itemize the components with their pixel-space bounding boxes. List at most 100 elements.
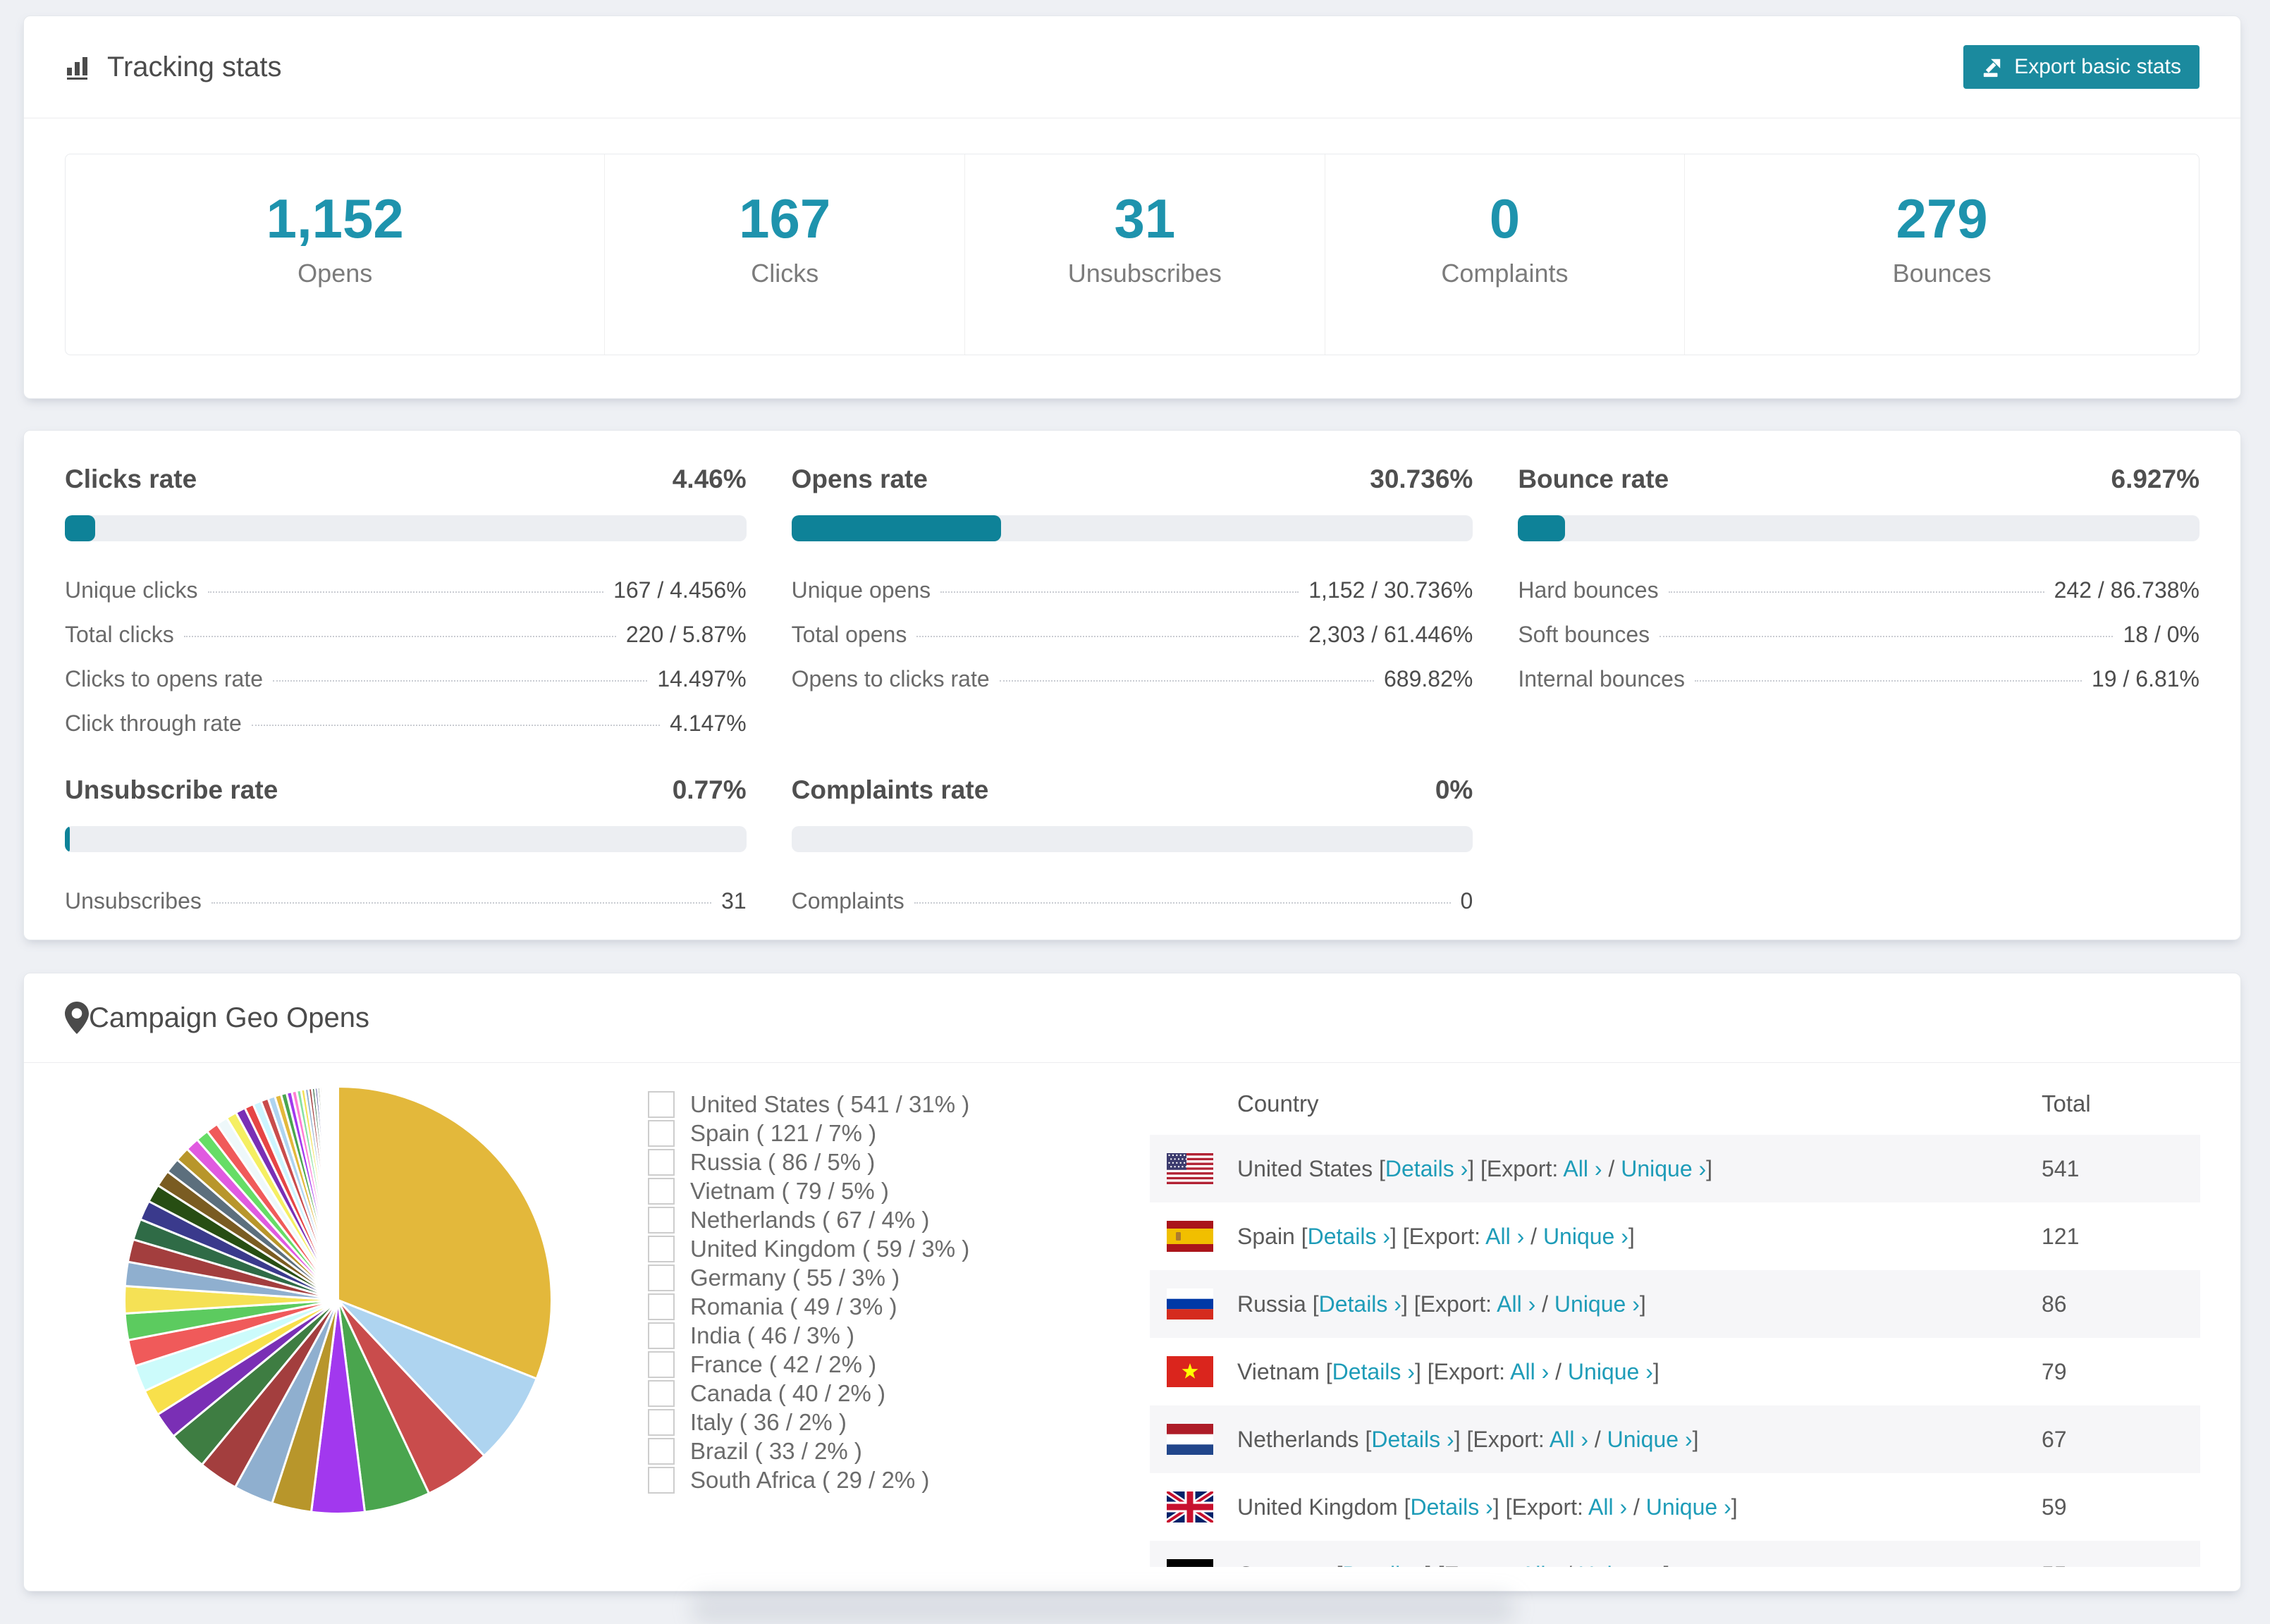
rate-row-value-internal-bounces: 19 / 6.81%: [2092, 666, 2200, 691]
export-unique-link-netherlands[interactable]: Unique ›: [1607, 1427, 1693, 1452]
tracking-stats-card: Tracking stats Export basic stats 1,152 O…: [23, 16, 2241, 399]
flag-us-icon: [1167, 1153, 1237, 1184]
export-all-link-spain[interactable]: All ›: [1485, 1224, 1524, 1249]
legend-item-italy[interactable]: Italy ( 36 / 2% ): [648, 1408, 969, 1437]
legend-item-romania[interactable]: Romania ( 49 / 3% ): [648, 1292, 969, 1321]
export-all-link-netherlands[interactable]: All ›: [1550, 1427, 1588, 1452]
legend-label-south-africa: South Africa ( 29 / 2% ): [690, 1466, 930, 1493]
rate-title-clicks-rate: Clicks rate: [65, 465, 197, 493]
export-all-link-united-states[interactable]: All ›: [1563, 1156, 1602, 1181]
rate-row-click-through-rate: Click through rate 4.147%: [65, 701, 747, 746]
dotted-leader: [999, 680, 1374, 682]
legend-item-russia[interactable]: Russia ( 86 / 5% ): [648, 1148, 969, 1176]
export-all-link-vietnam[interactable]: All ›: [1510, 1359, 1549, 1384]
geo-content: United States ( 541 / 31% ) Spain ( 121 /…: [24, 1063, 2240, 1591]
legend-label-germany: Germany ( 55 / 3% ): [690, 1264, 900, 1291]
legend-item-united-kingdom[interactable]: United Kingdom ( 59 / 3% ): [648, 1234, 969, 1263]
export-all-link-russia[interactable]: All ›: [1497, 1291, 1535, 1317]
country-cell-united-states: United States [Details ›] [Export: All ›…: [1237, 1155, 1713, 1181]
legend-label-vietnam: Vietnam ( 79 / 5% ): [690, 1177, 889, 1204]
rate-row-soft-bounces: Soft bounces 18 / 0%: [1518, 613, 2200, 657]
country-cell-spain: Spain [Details ›] [Export: All › / Uniqu…: [1237, 1223, 1635, 1249]
legend-swatch-france: [648, 1351, 675, 1378]
rate-row-value-opens-to-clicks-rate: 689.82%: [1384, 666, 1473, 691]
legend-item-spain[interactable]: Spain ( 121 / 7% ): [648, 1119, 969, 1148]
export-unique-link-germany[interactable]: Unique ›: [1578, 1562, 1664, 1568]
legend-item-india[interactable]: India ( 46 / 3% ): [648, 1321, 969, 1350]
legend-swatch-italy: [648, 1408, 675, 1436]
table-row-netherlands: Netherlands [Details ›] [Export: All › /…: [1150, 1405, 2200, 1473]
rate-rows-clicks-rate: Unique clicks 167 / 4.456% Total clicks 220…: [65, 568, 747, 746]
rate-row-value-unsubscribes: 31: [721, 888, 747, 914]
export-basic-stats-button[interactable]: Export basic stats: [1963, 45, 2200, 89]
bar-chart-icon: [65, 54, 92, 80]
legend-swatch-romania: [648, 1293, 675, 1320]
rate-panel-bounce-rate: Bounce rate 6.927% Hard bounces 242 / 86.73…: [1518, 465, 2200, 746]
rate-row-label-click-through-rate: Click through rate: [65, 710, 242, 736]
dotted-leader: [916, 636, 1299, 637]
rate-row-label-total-opens: Total opens: [791, 622, 907, 647]
table-row-united-kingdom: United Kingdom [Details ›] [Export: All …: [1150, 1473, 2200, 1541]
rate-head-bounce-rate: Bounce rate 6.927%: [1518, 465, 2200, 494]
details-link-russia[interactable]: Details ›: [1319, 1291, 1401, 1317]
legend-swatch-netherlands: [648, 1206, 675, 1234]
total-cell-netherlands: 67: [2042, 1426, 2067, 1452]
legend-item-canada[interactable]: Canada ( 40 / 2% ): [648, 1379, 969, 1408]
export-unique-link-russia[interactable]: Unique ›: [1554, 1291, 1640, 1317]
summary-value-opens: 1,152: [266, 187, 404, 250]
rate-progressbar-unsubscribe-rate: [65, 826, 747, 852]
rate-row-clicks-to-opens-rate: Clicks to opens rate 14.497%: [65, 657, 747, 701]
export-unique-link-united-states[interactable]: Unique ›: [1621, 1156, 1706, 1181]
legend-swatch-russia: [648, 1148, 675, 1176]
legend-item-united-states[interactable]: United States ( 541 / 31% ): [648, 1090, 969, 1119]
country-cell-russia: Russia [Details ›] [Export: All › / Uniq…: [1237, 1291, 1646, 1317]
details-link-united-kingdom[interactable]: Details ›: [1410, 1494, 1492, 1520]
legend-item-brazil[interactable]: Brazil ( 33 / 2% ): [648, 1437, 969, 1465]
rate-row-value-complaints: 0: [1460, 888, 1473, 914]
rate-progressbar-fill-unsubscribe-rate: [65, 826, 70, 852]
rate-value-unsubscribe-rate: 0.77%: [672, 775, 747, 804]
details-link-netherlands[interactable]: Details ›: [1371, 1427, 1454, 1452]
rate-row-value-total-opens: 2,303 / 61.446%: [1308, 622, 1473, 647]
legend-item-germany[interactable]: Germany ( 55 / 3% ): [648, 1263, 969, 1292]
geo-section-title: Campaign Geo Opens: [89, 1002, 370, 1033]
rate-progressbar-fill-opens-rate: [791, 515, 1001, 541]
flag-nl-icon: [1167, 1424, 1237, 1455]
dotted-leader: [207, 591, 604, 593]
legend-swatch-united-kingdom: [648, 1235, 675, 1262]
legend-item-vietnam[interactable]: Vietnam ( 79 / 5% ): [648, 1176, 969, 1205]
dotted-leader: [251, 725, 661, 726]
rate-rows-unsubscribe-rate: Unsubscribes 31: [65, 879, 747, 923]
export-all-link-united-kingdom[interactable]: All ›: [1588, 1494, 1627, 1520]
details-link-vietnam[interactable]: Details ›: [1332, 1359, 1415, 1384]
total-cell-germany: 55: [2042, 1562, 2200, 1568]
export-all-link-germany[interactable]: All ›: [1521, 1562, 1559, 1568]
rate-row-value-unique-clicks: 167 / 4.456%: [613, 577, 747, 603]
export-unique-link-spain[interactable]: Unique ›: [1543, 1224, 1628, 1249]
details-link-united-states[interactable]: Details ›: [1385, 1156, 1468, 1181]
rate-progressbar-clicks-rate: [65, 515, 747, 541]
legend-item-france[interactable]: France ( 42 / 2% ): [648, 1350, 969, 1379]
rate-row-value-unique-opens: 1,152 / 30.736%: [1308, 577, 1473, 603]
rate-title-complaints-rate: Complaints rate: [791, 775, 989, 804]
country-cell-vietnam: Vietnam [Details ›] [Export: All › / Uni…: [1237, 1358, 1659, 1384]
legend-swatch-vietnam: [648, 1177, 675, 1205]
rate-title-opens-rate: Opens rate: [791, 465, 928, 493]
legend-item-south-africa[interactable]: South Africa ( 29 / 2% ): [648, 1465, 969, 1494]
flag-de-icon: [1167, 1559, 1237, 1567]
table-row-russia: Russia [Details ›] [Export: All › / Uniq…: [1150, 1270, 2200, 1338]
dotted-leader: [1659, 636, 2113, 637]
table-row-germany: Germany [Details ›] [Export: All › / Uni…: [1150, 1541, 2200, 1567]
export-unique-link-vietnam[interactable]: Unique ›: [1568, 1359, 1653, 1384]
legend-item-netherlands[interactable]: Netherlands ( 67 / 4% ): [648, 1205, 969, 1234]
rate-row-label-opens-to-clicks-rate: Opens to clicks rate: [791, 666, 990, 691]
legend-label-romania: Romania ( 49 / 3% ): [690, 1293, 897, 1320]
rate-progressbar-fill-clicks-rate: [65, 515, 96, 541]
details-link-germany[interactable]: Details ›: [1342, 1562, 1425, 1568]
rate-rows-bounce-rate: Hard bounces 242 / 86.738% Soft bounces 18 …: [1518, 568, 2200, 701]
flag-es-icon: [1167, 1221, 1237, 1252]
details-link-spain[interactable]: Details ›: [1308, 1224, 1390, 1249]
country-cell-germany: Germany [Details ›] [Export: All › / Uni…: [1237, 1562, 2042, 1568]
rate-row-label-hard-bounces: Hard bounces: [1518, 577, 1659, 603]
export-unique-link-united-kingdom[interactable]: Unique ›: [1646, 1494, 1731, 1520]
